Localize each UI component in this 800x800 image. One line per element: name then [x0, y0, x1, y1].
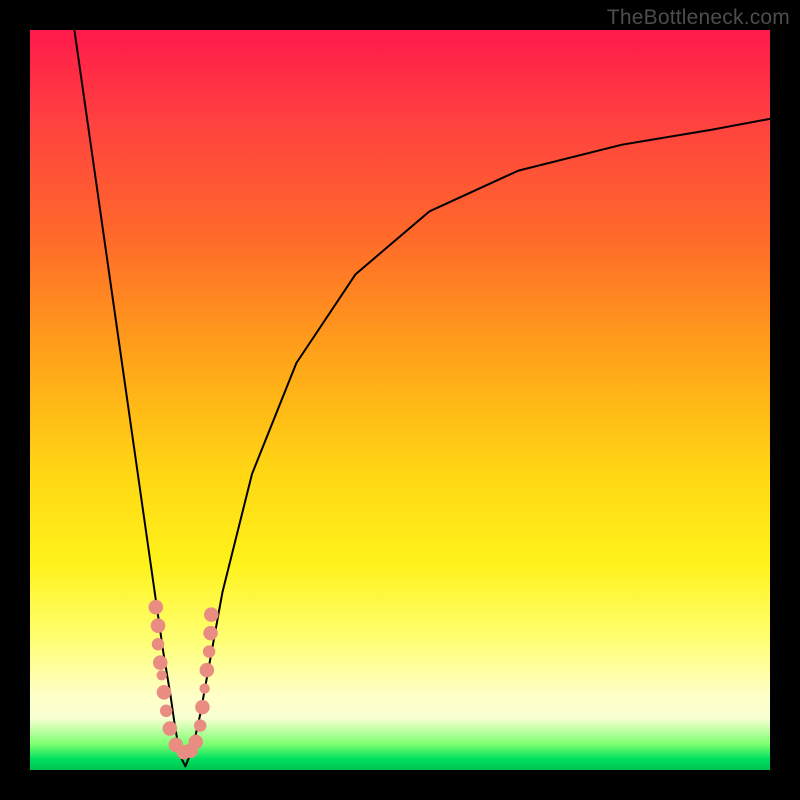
curve-layer — [74, 30, 770, 766]
scatter-point — [200, 663, 215, 678]
curve-right — [185, 119, 770, 767]
scatter-point — [152, 638, 164, 650]
scatter-point — [199, 683, 209, 693]
curve-left — [74, 30, 185, 766]
plot-area — [30, 30, 770, 770]
chart-frame: TheBottleneck.com — [0, 0, 800, 800]
scatter-point — [194, 719, 206, 731]
scatter-point — [203, 645, 215, 657]
scatter-point — [195, 700, 210, 715]
scatter-point — [149, 600, 164, 615]
scatter-point — [157, 685, 172, 700]
scatter-point — [160, 705, 172, 717]
scatter-point — [188, 735, 203, 750]
scatter-point — [204, 607, 219, 622]
scatter-point — [157, 670, 167, 680]
scatter-point — [151, 618, 166, 633]
scatter-point — [163, 721, 178, 736]
scatter-point — [153, 655, 168, 670]
scatter-point — [203, 626, 218, 641]
watermark-text: TheBottleneck.com — [607, 6, 790, 30]
marker-layer — [149, 600, 219, 760]
chart-svg — [30, 30, 770, 770]
